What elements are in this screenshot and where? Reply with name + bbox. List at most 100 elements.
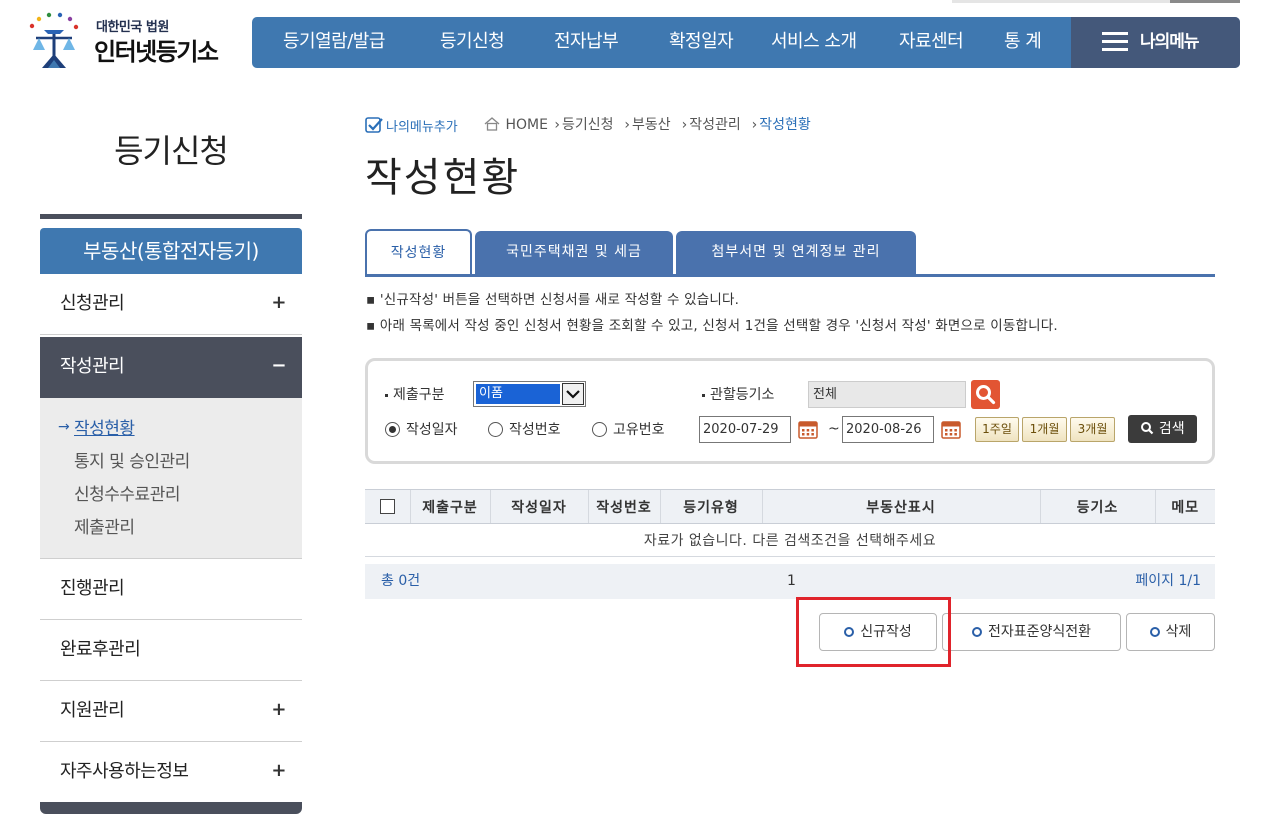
radio-draft-date[interactable]: 작성일자 (385, 419, 458, 439)
submit-type-select[interactable]: 이폼 (473, 381, 586, 407)
date-range-tilde: ~ (828, 421, 840, 437)
sidebar-item-application-mgmt[interactable]: 신청관리 + (40, 274, 302, 335)
search-icon (976, 385, 996, 405)
calendar-icon[interactable] (798, 419, 818, 439)
delete-button[interactable]: 삭제 (1126, 613, 1215, 651)
col-registration-type: 등기유형 (659, 489, 762, 524)
tab-bonds-taxes[interactable]: 국민주택채권 및 세금 (475, 231, 673, 275)
expand-plus-icon[interactable]: + (271, 681, 286, 739)
registry-office-input[interactable]: 전체 (808, 381, 966, 408)
date-from-input[interactable]: 2020-07-29 (699, 416, 791, 443)
page-info: 페이지 1/1 (1135, 573, 1201, 589)
breadcrumb-current: 작성현황 (759, 117, 811, 133)
sidebar-item-support-mgmt[interactable]: 지원관리 + (40, 681, 302, 742)
radio-empty-icon (488, 422, 503, 437)
radio-empty-icon (592, 422, 607, 437)
nav-e-payment[interactable]: 전자납부 (554, 17, 619, 68)
select-all-checkbox[interactable] (379, 499, 395, 514)
total-count: 총 0건 (381, 573, 421, 589)
highlight-box (796, 597, 951, 667)
sidebar-item-post-completion-mgmt[interactable]: 완료후관리 (40, 620, 302, 681)
expand-plus-icon[interactable]: + (271, 742, 286, 800)
sidebar-item-label: 작성관리 (60, 356, 125, 377)
top-search-strip-button[interactable] (1170, 0, 1240, 3)
guide-notes: ▪ '신규작성' 버튼을 선택하면 신청서를 새로 작성할 수 있습니다. ▪ … (366, 287, 1058, 339)
period-1week-button[interactable]: 1주일 (975, 417, 1019, 442)
guide-note: ▪ '신규작성' 버튼을 선택하면 신청서를 새로 작성할 수 있습니다. (366, 292, 740, 308)
search-button[interactable]: 검색 (1128, 415, 1197, 443)
guide-note: ▪ 아래 목록에서 작성 중인 신청서 현황을 조회할 수 있고, 신청서 1건… (366, 318, 1058, 334)
checkbox-check-icon (365, 117, 383, 133)
my-menu-button[interactable]: 나의메뉴 (1071, 17, 1240, 68)
breadcrumb-sep-icon: › (619, 117, 631, 133)
sidebar-bottom-bar (40, 802, 302, 814)
pagination-bar: 총 0건 1 페이지 1/1 (365, 564, 1215, 599)
sidebar-item-label: 진행관리 (60, 578, 125, 599)
radio-unique-number[interactable]: 고유번호 (592, 419, 665, 439)
page-number-link[interactable]: 1 (787, 564, 796, 598)
add-my-menu-label: 나의메뉴추가 (386, 120, 458, 135)
top-search-strip (952, 0, 1172, 3)
period-3month-button[interactable]: 3개월 (1070, 417, 1115, 442)
chevron-down-icon (562, 383, 584, 405)
search-panel: 제출구분 이폼 관할등기소 전체 작성일자 작성번호 고유번호 2020-07-… (365, 358, 1215, 464)
col-property: 부동산표시 (761, 489, 1040, 524)
page-title: 작성현황 (365, 155, 521, 201)
expand-plus-icon[interactable]: + (271, 274, 286, 332)
tab-bar: 작성현황 국민주택채권 및 세금 첨부서면 및 연계정보 관리 (365, 229, 1215, 277)
search-icon (1141, 422, 1154, 435)
registry-office-label: 관할등기소 (702, 384, 774, 404)
breadcrumb-home[interactable]: HOME (505, 117, 547, 133)
nav-service-intro[interactable]: 서비스 소개 (771, 17, 857, 68)
search-button-label: 검색 (1158, 421, 1185, 437)
period-1month-button[interactable]: 1개월 (1022, 417, 1067, 442)
court-emblem-icon (29, 12, 79, 68)
nav-fixed-date[interactable]: 확정일자 (669, 17, 734, 68)
calendar-icon[interactable] (941, 419, 961, 439)
submit-type-value: 이폼 (476, 384, 560, 404)
empty-message: 자료가 없습니다. 다른 검색조건을 선택해주세요 (365, 523, 1215, 557)
col-draft-date: 작성일자 (489, 489, 588, 524)
convert-standard-form-button[interactable]: 전자표준양식전환 (942, 613, 1121, 651)
main-navigation: 등기열람/발급 등기신청 전자납부 확정일자 서비스 소개 자료센터 통 계 나… (252, 17, 1240, 68)
breadcrumb-sep-icon: › (677, 117, 688, 133)
current-arrow-icon: → (58, 419, 70, 435)
radio-draft-number[interactable]: 작성번호 (488, 419, 561, 439)
logo-title: 인터넷등기소 (94, 38, 219, 66)
bullet-icon (1149, 627, 1160, 637)
collapse-minus-icon[interactable]: − (271, 337, 286, 395)
sidebar-section-header[interactable]: 부동산(통합전자등기) (40, 228, 302, 274)
table-row: 자료가 없습니다. 다른 검색조건을 선택해주세요 (365, 523, 1215, 557)
breadcrumb-registration[interactable]: 등기신청 (562, 117, 614, 133)
select-all-cell (365, 489, 410, 524)
site-logo[interactable]: 대한민국 법원 인터넷등기소 (22, 8, 242, 70)
sidebar-item-label: 완료후관리 (60, 639, 141, 660)
tab-draft-status[interactable]: 작성현황 (365, 229, 472, 277)
draft-list-table: 제출구분 작성일자 작성번호 등기유형 부동산표시 등기소 메모 자료가 없습니… (365, 489, 1215, 557)
col-draft-number: 작성번호 (587, 489, 660, 524)
nav-registration[interactable]: 등기신청 (440, 17, 505, 68)
nav-view-issue[interactable]: 등기열람/발급 (283, 17, 385, 68)
submenu-draft-status[interactable]: 작성현황 (74, 414, 135, 439)
submenu-fee-mgmt[interactable]: 신청수수료관리 (74, 480, 180, 505)
submenu-notice-approval[interactable]: 통지 및 승인관리 (74, 447, 190, 472)
hamburger-icon (1102, 32, 1128, 52)
breadcrumb-draft-mgmt[interactable]: 작성관리 (689, 117, 741, 133)
table-header-row: 제출구분 작성일자 작성번호 등기유형 부동산표시 등기소 메모 (365, 489, 1215, 524)
tab-underline (365, 274, 1215, 277)
submenu-submission-mgmt[interactable]: 제출관리 (74, 513, 135, 538)
tab-attachments[interactable]: 첨부서면 및 연계정보 관리 (676, 231, 916, 275)
bullet-icon (971, 627, 982, 637)
home-icon (484, 117, 500, 131)
nav-data-center[interactable]: 자료센터 (899, 17, 964, 68)
sidebar-item-frequent-info[interactable]: 자주사용하는정보 + (40, 742, 302, 803)
sidebar-submenu: → 작성현황 통지 및 승인관리 신청수수료관리 제출관리 (40, 398, 302, 559)
sidebar-item-draft-mgmt[interactable]: 작성관리 − (40, 337, 302, 398)
date-to-input[interactable]: 2020-08-26 (842, 416, 934, 443)
nav-statistics[interactable]: 통 계 (1004, 17, 1042, 68)
col-submit-type: 제출구분 (409, 489, 490, 524)
sidebar-item-progress-mgmt[interactable]: 진행관리 (40, 559, 302, 620)
breadcrumb-real-estate[interactable]: 부동산 (632, 117, 671, 133)
registry-search-button[interactable] (971, 380, 1000, 409)
sidebar-item-label: 신청관리 (60, 293, 125, 314)
